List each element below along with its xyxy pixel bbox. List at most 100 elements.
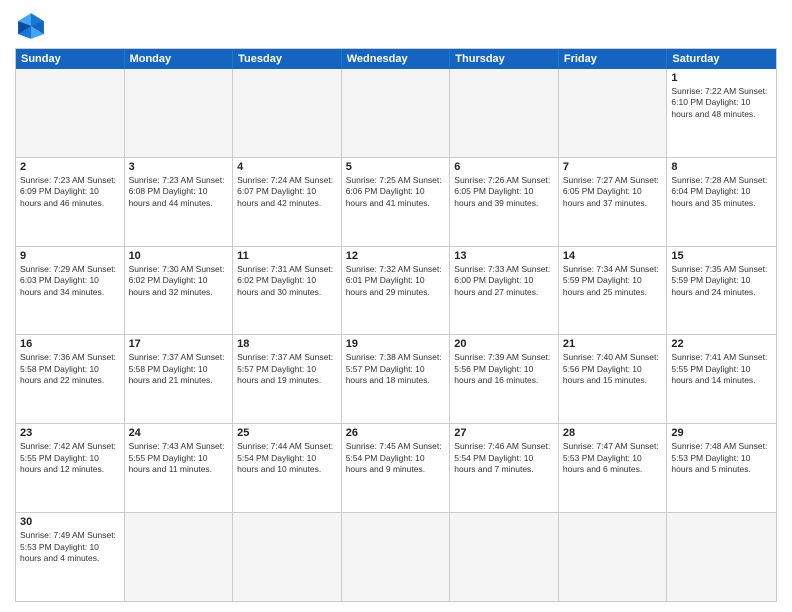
day-number: 9 [20,250,120,262]
day-info: Sunrise: 7:41 AM Sunset: 5:55 PM Dayligh… [671,352,772,386]
day-number: 5 [346,161,446,173]
empty-cell-0-2 [233,69,342,157]
day-cell-18: 18 Sunrise: 7:37 AM Sunset: 5:57 PM Dayli… [233,335,342,423]
day-cell-11: 11 Sunrise: 7:31 AM Sunset: 6:02 PM Dayli… [233,247,342,335]
day-cell-28: 28Sunrise: 7:47 AM Sunset: 5:53 PM Dayli… [559,424,668,512]
day-cell-2: 2 Sunrise: 7:23 AM Sunset: 6:09 PM Daylig… [16,158,125,246]
day-info: Sunrise: 7:24 AM Sunset: 6:07 PM Dayligh… [237,175,337,209]
empty-cell-5-1 [125,513,234,601]
weekday-header-friday: Friday [559,49,668,69]
day-number: 16 [20,338,120,350]
day-number: 6 [454,161,554,173]
weekday-header-sunday: Sunday [16,49,125,69]
day-info: Sunrise: 7:32 AM Sunset: 6:01 PM Dayligh… [346,264,446,298]
day-cell-7: 7Sunrise: 7:27 AM Sunset: 6:05 PM Daylig… [559,158,668,246]
day-info: Sunrise: 7:43 AM Sunset: 5:55 PM Dayligh… [129,441,229,475]
day-cell-9: 9 Sunrise: 7:29 AM Sunset: 6:03 PM Daylig… [16,247,125,335]
day-info: Sunrise: 7:23 AM Sunset: 6:09 PM Dayligh… [20,175,120,209]
calendar-body: 1Sunrise: 7:22 AM Sunset: 6:10 PM Daylig… [16,69,776,601]
day-cell-8: 8 Sunrise: 7:28 AM Sunset: 6:04 PM Daylig… [667,158,776,246]
day-cell-16: 16 Sunrise: 7:36 AM Sunset: 5:58 PM Dayli… [16,335,125,423]
day-info: Sunrise: 7:39 AM Sunset: 5:56 PM Dayligh… [454,352,554,386]
day-info: Sunrise: 7:36 AM Sunset: 5:58 PM Dayligh… [20,352,120,386]
day-number: 25 [237,427,337,439]
weekday-header-saturday: Saturday [667,49,776,69]
logo [15,10,51,42]
calendar-row-2: 9 Sunrise: 7:29 AM Sunset: 6:03 PM Daylig… [16,247,776,336]
day-info: Sunrise: 7:33 AM Sunset: 6:00 PM Dayligh… [454,264,554,298]
day-info: Sunrise: 7:35 AM Sunset: 5:59 PM Dayligh… [671,264,772,298]
day-number: 26 [346,427,446,439]
day-cell-27: 27 Sunrise: 7:46 AM Sunset: 5:54 PM Dayli… [450,424,559,512]
day-cell-15: 15 Sunrise: 7:35 AM Sunset: 5:59 PM Dayli… [667,247,776,335]
day-cell-26: 26 Sunrise: 7:45 AM Sunset: 5:54 PM Dayli… [342,424,451,512]
day-number: 7 [563,161,663,173]
day-number: 24 [129,427,229,439]
day-info: Sunrise: 7:31 AM Sunset: 6:02 PM Dayligh… [237,264,337,298]
day-info: Sunrise: 7:26 AM Sunset: 6:05 PM Dayligh… [454,175,554,209]
day-info: Sunrise: 7:30 AM Sunset: 6:02 PM Dayligh… [129,264,229,298]
day-cell-21: 21Sunrise: 7:40 AM Sunset: 5:56 PM Dayli… [559,335,668,423]
empty-cell-0-5 [559,69,668,157]
day-cell-24: 24 Sunrise: 7:43 AM Sunset: 5:55 PM Dayli… [125,424,234,512]
day-cell-14: 14 Sunrise: 7:34 AM Sunset: 5:59 PM Dayli… [559,247,668,335]
page: SundayMondayTuesdayWednesdayThursdayFrid… [0,0,792,612]
calendar-row-1: 2 Sunrise: 7:23 AM Sunset: 6:09 PM Daylig… [16,158,776,247]
day-number: 20 [454,338,554,350]
day-cell-20: 20 Sunrise: 7:39 AM Sunset: 5:56 PM Dayli… [450,335,559,423]
day-cell-23: 23Sunrise: 7:42 AM Sunset: 5:55 PM Dayli… [16,424,125,512]
day-info: Sunrise: 7:42 AM Sunset: 5:55 PM Dayligh… [20,441,120,475]
day-number: 8 [671,161,772,173]
day-number: 11 [237,250,337,262]
day-number: 2 [20,161,120,173]
day-info: Sunrise: 7:49 AM Sunset: 5:53 PM Dayligh… [20,530,120,564]
calendar-row-0: 1Sunrise: 7:22 AM Sunset: 6:10 PM Daylig… [16,69,776,158]
day-number: 14 [563,250,663,262]
empty-cell-0-4 [450,69,559,157]
day-info: Sunrise: 7:45 AM Sunset: 5:54 PM Dayligh… [346,441,446,475]
weekday-header-tuesday: Tuesday [233,49,342,69]
day-number: 3 [129,161,229,173]
empty-cell-5-5 [559,513,668,601]
day-cell-5: 5Sunrise: 7:25 AM Sunset: 6:06 PM Daylig… [342,158,451,246]
day-cell-4: 4Sunrise: 7:24 AM Sunset: 6:07 PM Daylig… [233,158,342,246]
day-cell-22: 22Sunrise: 7:41 AM Sunset: 5:55 PM Dayli… [667,335,776,423]
day-info: Sunrise: 7:37 AM Sunset: 5:58 PM Dayligh… [129,352,229,386]
day-number: 30 [20,516,120,528]
day-info: Sunrise: 7:22 AM Sunset: 6:10 PM Dayligh… [671,86,772,120]
weekday-header-thursday: Thursday [450,49,559,69]
empty-cell-5-2 [233,513,342,601]
day-number: 19 [346,338,446,350]
day-cell-17: 17 Sunrise: 7:37 AM Sunset: 5:58 PM Dayli… [125,335,234,423]
empty-cell-0-3 [342,69,451,157]
day-number: 21 [563,338,663,350]
day-info: Sunrise: 7:34 AM Sunset: 5:59 PM Dayligh… [563,264,663,298]
day-info: Sunrise: 7:29 AM Sunset: 6:03 PM Dayligh… [20,264,120,298]
day-number: 27 [454,427,554,439]
day-cell-3: 3Sunrise: 7:23 AM Sunset: 6:08 PM Daylig… [125,158,234,246]
day-cell-1: 1Sunrise: 7:22 AM Sunset: 6:10 PM Daylig… [667,69,776,157]
day-info: Sunrise: 7:37 AM Sunset: 5:57 PM Dayligh… [237,352,337,386]
day-number: 29 [671,427,772,439]
header [15,10,777,42]
day-number: 15 [671,250,772,262]
calendar-row-5: 30 Sunrise: 7:49 AM Sunset: 5:53 PM Dayli… [16,513,776,601]
day-cell-12: 12 Sunrise: 7:32 AM Sunset: 6:01 PM Dayli… [342,247,451,335]
empty-cell-5-6 [667,513,776,601]
day-number: 10 [129,250,229,262]
empty-cell-5-4 [450,513,559,601]
day-info: Sunrise: 7:47 AM Sunset: 5:53 PM Dayligh… [563,441,663,475]
day-number: 17 [129,338,229,350]
weekday-header-monday: Monday [125,49,234,69]
day-info: Sunrise: 7:46 AM Sunset: 5:54 PM Dayligh… [454,441,554,475]
day-number: 12 [346,250,446,262]
day-info: Sunrise: 7:48 AM Sunset: 5:53 PM Dayligh… [671,441,772,475]
day-info: Sunrise: 7:38 AM Sunset: 5:57 PM Dayligh… [346,352,446,386]
day-info: Sunrise: 7:28 AM Sunset: 6:04 PM Dayligh… [671,175,772,209]
day-cell-29: 29 Sunrise: 7:48 AM Sunset: 5:53 PM Dayli… [667,424,776,512]
calendar-row-4: 23Sunrise: 7:42 AM Sunset: 5:55 PM Dayli… [16,424,776,513]
logo-icon [15,10,47,42]
empty-cell-0-1 [125,69,234,157]
day-cell-30: 30 Sunrise: 7:49 AM Sunset: 5:53 PM Dayli… [16,513,125,601]
day-number: 18 [237,338,337,350]
